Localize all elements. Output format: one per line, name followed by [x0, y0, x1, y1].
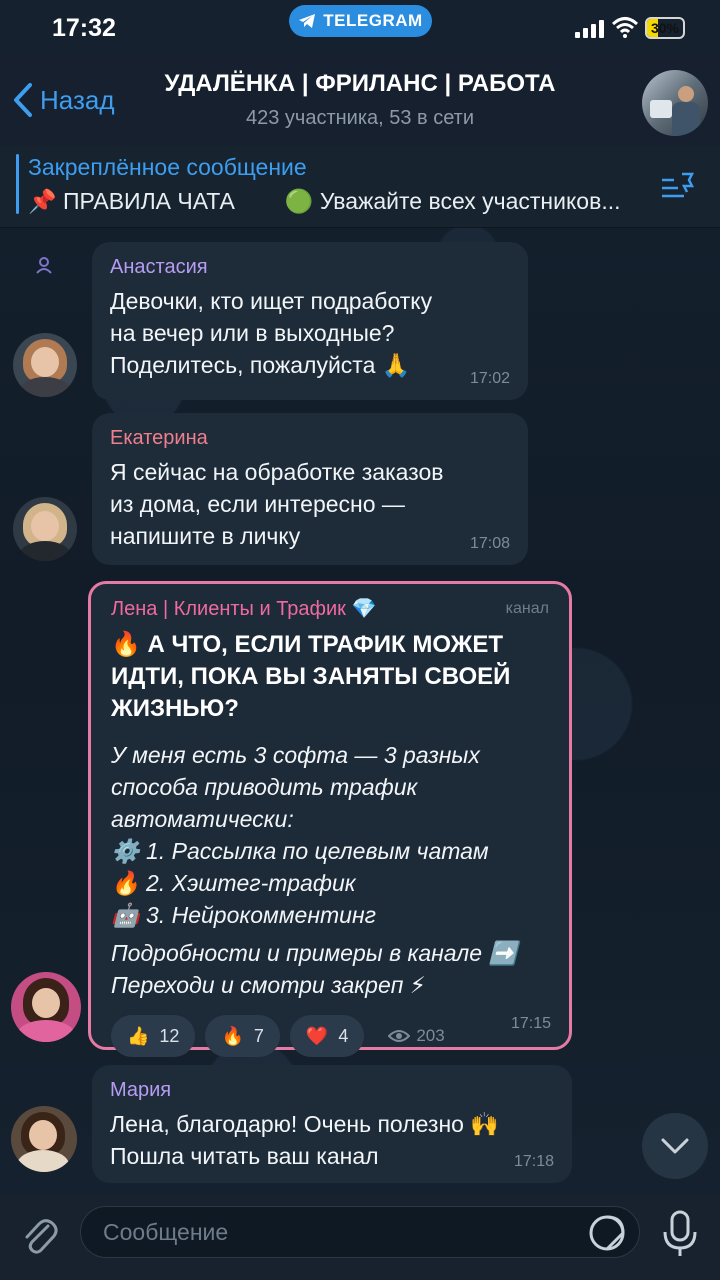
- message-sender[interactable]: Мария: [110, 1079, 554, 1102]
- message-sender[interactable]: Екатерина: [110, 427, 510, 450]
- chevron-down-icon: [661, 1138, 689, 1154]
- message-time: 17:02: [469, 370, 510, 387]
- message-line: Я сейчас на обработке заказов: [110, 459, 444, 485]
- views-counter: 203: [388, 1026, 445, 1046]
- message-sender[interactable]: Анастасия: [110, 256, 510, 279]
- eye-icon: [388, 1030, 411, 1042]
- body-line: автоматически:: [111, 806, 294, 832]
- wifi-icon: [612, 17, 638, 38]
- message-line: Лена, благодарю! Очень полезно 🙌: [110, 1111, 499, 1137]
- sticker-icon[interactable]: [588, 1214, 626, 1252]
- pinned-list-icon[interactable]: [660, 170, 696, 206]
- small-user-icon: [36, 257, 52, 274]
- avatar-maria[interactable]: [11, 1106, 77, 1172]
- pinned-text: 📌 ПРАВИЛА ЧАТА 🟢 Уважайте всех участнико…: [28, 188, 678, 215]
- pinned-text-rules: 📌 ПРАВИЛА ЧАТА: [28, 188, 235, 214]
- message-line: напишите в личку: [110, 523, 301, 549]
- views-count: 203: [416, 1026, 445, 1045]
- pinned-text-respect: 🟢 Уважайте всех участников...: [284, 188, 621, 214]
- microphone-icon[interactable]: [660, 1210, 700, 1258]
- pinned-message-bar[interactable]: Закреплённое сообщение 📌 ПРАВИЛА ЧАТА 🟢 …: [0, 146, 720, 228]
- chat-title[interactable]: УДАЛЁНКА | ФРИЛАНС | РАБОТА: [120, 70, 600, 98]
- telegram-icon: [299, 14, 316, 28]
- channel-post-headline: 🔥 А ЧТО, ЕСЛИ ТРАФИК МОЖЕТ ИДТИ, ПОКА ВЫ…: [111, 629, 549, 725]
- reaction-fire[interactable]: 🔥 7: [205, 1015, 280, 1057]
- body-line: способа приводить трафик: [111, 774, 418, 800]
- avatar-ekaterina[interactable]: [13, 497, 77, 561]
- group-avatar[interactable]: [642, 70, 708, 136]
- message-text: Девочки, кто ищет подработку на вечер ил…: [110, 285, 510, 381]
- channel-sender[interactable]: Лена | Клиенты и Трафик 💎: [111, 596, 376, 621]
- paperclip-icon[interactable]: [18, 1214, 62, 1258]
- signal-icon: [575, 20, 604, 38]
- headline-line: ИДТИ, ПОКА ВЫ ЗАНЯТЫ СВОЕЙ: [111, 663, 511, 690]
- message-bubble[interactable]: Екатерина Я сейчас на обработке заказов …: [92, 413, 528, 565]
- footer-line: Подробности и примеры в канале ➡️: [111, 940, 518, 966]
- pinned-label: Закреплённое сообщение: [28, 154, 307, 180]
- heart-icon: ❤️: [305, 1025, 329, 1046]
- chat-header: Назад УДАЛЁНКА | ФРИЛАНС | РАБОТА 423 уч…: [0, 56, 720, 146]
- message-bubble[interactable]: Мария Лена, благодарю! Очень полезно 🙌 П…: [92, 1065, 572, 1183]
- headline-line: 🔥 А ЧТО, ЕСЛИ ТРАФИК МОЖЕТ: [111, 631, 504, 658]
- message-line: из дома, если интересно —: [110, 491, 405, 517]
- message-text: Лена, благодарю! Очень полезно 🙌 Пошла ч…: [110, 1108, 554, 1172]
- message-time: 17:15: [510, 1015, 551, 1032]
- body-line: ⚙️ 1. Рассылка по целевым чатам: [111, 838, 489, 864]
- avatar-lena[interactable]: [11, 972, 81, 1042]
- reaction-count: 7: [253, 1025, 264, 1046]
- back-label: Назад: [40, 84, 115, 115]
- headline-line: ЖИЗНЬЮ?: [111, 695, 239, 722]
- message-input-bar: [0, 1194, 720, 1280]
- chevron-left-icon: [14, 83, 32, 117]
- battery-icon: 30%: [645, 17, 685, 39]
- status-bar: 17:32 TELEGRAM 30%: [0, 0, 720, 56]
- message-line: Поделитесь, пожалуйста 🙏: [110, 352, 411, 378]
- back-button[interactable]: Назад: [12, 82, 115, 118]
- channel-post-body: У меня есть 3 софта — 3 разных способа п…: [111, 739, 549, 931]
- status-time: 17:32: [52, 14, 116, 42]
- footer-line: Переходи и смотри закреп ⚡: [111, 972, 426, 998]
- message-line: Девочки, кто ищет подработку: [110, 288, 433, 314]
- message-time: 17:18: [513, 1153, 554, 1170]
- thumbs-up-icon: 👍: [127, 1025, 150, 1046]
- channel-tag: канал: [505, 599, 549, 617]
- channel-post-header: Лена | Клиенты и Трафик 💎 канал: [111, 596, 549, 621]
- telegram-return-pill[interactable]: TELEGRAM: [289, 5, 432, 37]
- fire-icon: 🔥: [221, 1025, 244, 1046]
- message-input[interactable]: [80, 1206, 640, 1258]
- body-line: 🔥 2. Хэштег-трафик: [111, 870, 356, 896]
- reactions-row: 👍 12 🔥 7 ❤️ 4 203: [111, 1015, 549, 1057]
- reaction-count: 12: [159, 1025, 180, 1046]
- channel-post-footer: Подробности и примеры в канале ➡️ Перехо…: [111, 937, 549, 1001]
- message-time: 17:08: [469, 535, 510, 552]
- reaction-count: 4: [338, 1025, 349, 1046]
- scroll-down-button[interactable]: [642, 1113, 708, 1179]
- battery-level: 30%: [650, 20, 680, 36]
- body-line: У меня есть 3 софта — 3 разных: [111, 742, 480, 768]
- avatar-anastasia[interactable]: [13, 333, 77, 397]
- telegram-label: TELEGRAM: [323, 11, 423, 30]
- message-line: на вечер или в выходные?: [110, 320, 395, 346]
- channel-post-bubble[interactable]: Лена | Клиенты и Трафик 💎 канал 🔥 А ЧТО,…: [88, 581, 572, 1057]
- reaction-heart[interactable]: ❤️ 4: [289, 1015, 365, 1057]
- pinned-indicator: [16, 154, 19, 214]
- reaction-thumbs-up[interactable]: 👍 12: [111, 1015, 196, 1057]
- chat-members-count: 423 участника, 53 в сети: [245, 107, 475, 129]
- message-bubble[interactable]: Анастасия Девочки, кто ищет подработку н…: [92, 242, 528, 400]
- message-text: Я сейчас на обработке заказов из дома, е…: [110, 456, 510, 552]
- body-line: 🤖 3. Нейрокомментинг: [111, 902, 376, 928]
- message-line: Пошла читать ваш канал: [110, 1143, 379, 1169]
